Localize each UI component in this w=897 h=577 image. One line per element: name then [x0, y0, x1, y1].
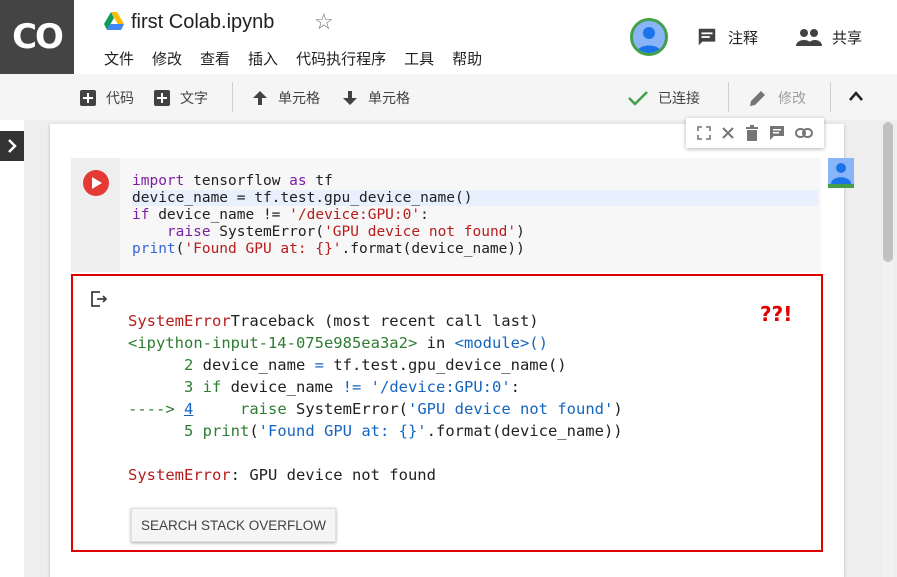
move-cell-down-label: 单元格: [368, 90, 410, 106]
output-icon[interactable]: [90, 290, 108, 308]
share-button[interactable]: 共享: [796, 26, 862, 48]
add-code-label: 代码: [106, 90, 134, 106]
cell-toolbar: [686, 118, 824, 148]
avatar-status-bar: [828, 184, 854, 188]
traceback-text: SystemErrorTraceback (most recent call l…: [128, 310, 623, 486]
divider: [232, 82, 233, 112]
person-icon: [831, 163, 851, 184]
cell-output: ??! SystemErrorTraceback (most recent ca…: [71, 274, 823, 552]
run-cell-button[interactable]: [83, 170, 109, 196]
cell-gutter: [71, 158, 120, 272]
traceback-line: SystemError: GPU device not found: [128, 466, 436, 484]
cell-avatar: [828, 158, 854, 188]
plus-icon: [80, 90, 96, 106]
drive-icon: [104, 12, 124, 30]
code-line[interactable]: if device_name != '/device:GPU:0':: [132, 207, 525, 224]
code-line[interactable]: raise SystemError('GPU device not found'…: [132, 224, 525, 241]
code-line[interactable]: import tensorflow as tf: [132, 173, 525, 190]
toolbar: 代码 文字 单元格 单元格 已连接 修改: [0, 74, 897, 120]
move-cell-up-label: 单元格: [278, 90, 320, 106]
notebook-title[interactable]: first Colab.ipynb: [131, 11, 274, 34]
edit-button[interactable]: 修改: [748, 88, 806, 108]
menu-view[interactable]: 查看: [200, 48, 230, 69]
arrow-up-icon: [253, 91, 267, 105]
traceback-line: <ipython-input-14-075e985ea3a2> in <modu…: [128, 334, 548, 352]
close-icon[interactable]: [721, 126, 735, 140]
divider: [728, 82, 729, 112]
menu-help[interactable]: 帮助: [452, 48, 482, 69]
add-text-label: 文字: [180, 90, 208, 106]
people-icon: [796, 29, 822, 46]
star-icon[interactable]: ☆: [314, 9, 334, 35]
code-line[interactable]: device_name = tf.test.gpu_device_name(): [132, 190, 525, 207]
menu-tools[interactable]: 工具: [404, 48, 434, 69]
link-icon[interactable]: [795, 127, 813, 139]
plus-icon: [154, 90, 170, 106]
search-stack-overflow-button[interactable]: SEARCH STACK OVERFLOW: [131, 508, 336, 542]
delete-icon[interactable]: [745, 125, 759, 141]
traceback-line: [128, 442, 623, 464]
traceback-line: ----> 4 raise SystemError('GPU device no…: [128, 400, 623, 418]
chevron-up-icon: [849, 91, 863, 101]
sidebar-toggle[interactable]: [0, 131, 24, 161]
colab-logo[interactable]: CO: [0, 0, 74, 74]
menu-edit[interactable]: 修改: [152, 48, 182, 69]
traceback-line: 3 if device_name != '/device:GPU:0':: [128, 378, 520, 396]
error-annotation: ??!: [760, 302, 793, 326]
code-line[interactable]: print('Found GPU at: {}'.format(device_n…: [132, 241, 525, 258]
move-cell-up-button[interactable]: 单元格: [252, 88, 320, 108]
menu-bar: 文件 修改 查看 插入 代码执行程序 工具 帮助: [104, 48, 500, 69]
menu-insert[interactable]: 插入: [248, 48, 278, 69]
share-label: 共享: [832, 29, 863, 47]
line-number-link[interactable]: 4: [184, 400, 193, 418]
edit-label: 修改: [778, 90, 806, 106]
collapse-toolbar-button[interactable]: [848, 90, 874, 102]
comment-icon: [698, 28, 716, 46]
avatar[interactable]: [630, 18, 668, 56]
comment-icon[interactable]: [769, 125, 785, 141]
connection-status-label: 已连接: [658, 90, 700, 106]
add-code-button[interactable]: 代码: [80, 88, 134, 108]
connection-status[interactable]: 已连接: [628, 88, 700, 108]
person-icon: [637, 27, 661, 53]
chevron-right-icon: [8, 139, 17, 153]
traceback-line: SystemErrorTraceback (most recent call l…: [128, 312, 539, 330]
traceback-line: 5 print('Found GPU at: {}'.format(device…: [128, 422, 623, 440]
traceback-line: 2 device_name = tf.test.gpu_device_name(…: [128, 356, 567, 374]
play-icon: [92, 177, 102, 189]
arrow-down-icon: [343, 91, 357, 105]
move-cell-down-button[interactable]: 单元格: [342, 88, 410, 108]
menu-runtime[interactable]: 代码执行程序: [296, 48, 386, 69]
pencil-icon: [750, 91, 765, 106]
scroll-thumb[interactable]: [883, 122, 893, 262]
expand-icon[interactable]: [697, 126, 711, 140]
check-icon: [628, 91, 648, 106]
code-cell[interactable]: import tensorflow as tf device_name = tf.…: [71, 158, 821, 272]
comment-button[interactable]: 注释: [696, 26, 758, 48]
code-text[interactable]: import tensorflow as tf device_name = tf.…: [132, 173, 525, 258]
scrollbar[interactable]: [883, 122, 893, 577]
add-text-button[interactable]: 文字: [154, 88, 208, 108]
menu-file[interactable]: 文件: [104, 48, 134, 69]
comment-label: 注释: [728, 29, 759, 47]
divider: [830, 82, 831, 112]
